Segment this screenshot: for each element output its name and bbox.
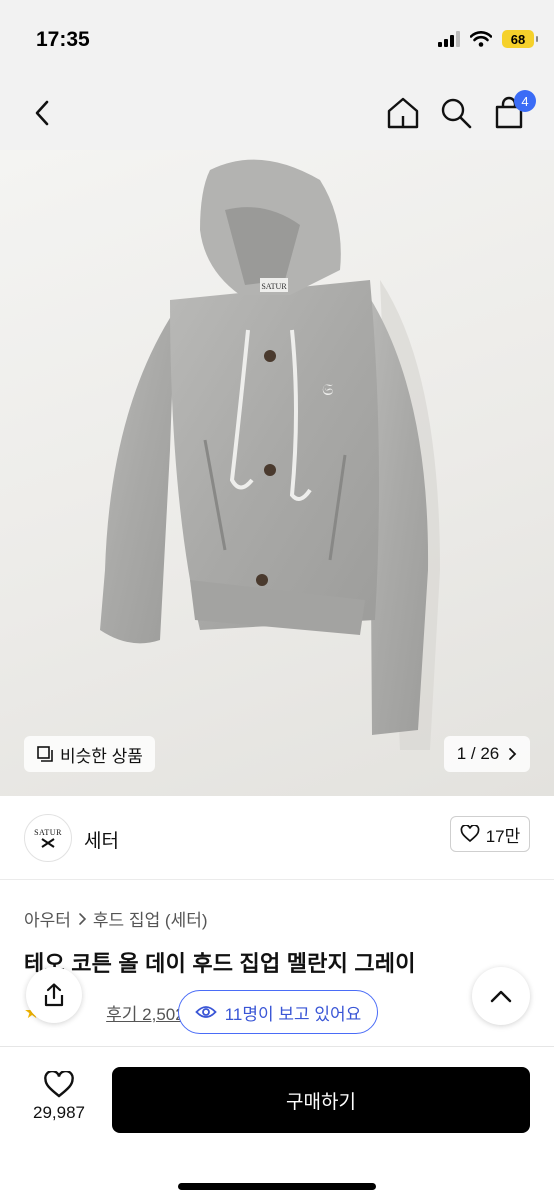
home-indicator: [178, 1183, 376, 1190]
share-icon: [44, 983, 64, 1007]
svg-text:𝔖: 𝔖: [322, 382, 333, 399]
status-icons: 68: [438, 30, 538, 48]
battery-indicator: 68: [502, 30, 538, 48]
wifi-icon: [470, 31, 492, 47]
viewers-label: 11명이 보고 있어요: [224, 1004, 362, 1024]
similar-products-button[interactable]: 비슷한 상품: [24, 736, 155, 772]
share-button[interactable]: [26, 967, 82, 1023]
breadcrumb-item-category[interactable]: 후드 집업 (세터): [93, 906, 208, 931]
nav-bar: 4: [0, 80, 554, 150]
brand-like-count: 17만: [485, 826, 521, 846]
home-icon[interactable]: [384, 94, 422, 132]
brand-row: SATUR 세터 17만: [0, 796, 554, 880]
eye-icon: [194, 1006, 217, 1018]
breadcrumb-item-outer[interactable]: 아우터: [24, 906, 71, 931]
image-pager-count: 1 / 26: [456, 744, 500, 763]
wishlist-button[interactable]: 29,987: [20, 1071, 98, 1123]
shopping-bag-button[interactable]: 4: [490, 90, 536, 132]
chevron-left-icon[interactable]: [26, 96, 60, 130]
brand-logo[interactable]: SATUR: [24, 814, 72, 862]
heart-icon: [44, 1071, 74, 1098]
product-image[interactable]: SATUR 𝔖: [0, 150, 554, 796]
hoodie-illustration: SATUR 𝔖: [100, 159, 440, 750]
image-pager-button[interactable]: 1 / 26: [444, 736, 530, 772]
status-bar: 17:35 68: [0, 0, 554, 80]
viewers-badge: 11명이 보고 있어요: [178, 990, 378, 1034]
heart-icon: [460, 825, 480, 843]
bottom-action-bar: 29,987 구매하기: [0, 1046, 554, 1200]
brand-logo-text: SATUR: [34, 827, 62, 837]
brand-name[interactable]: 세터: [84, 826, 119, 853]
similar-items-icon: [37, 746, 53, 762]
review-link[interactable]: 후기 2,502: [106, 1000, 185, 1025]
chevron-up-icon: [490, 990, 512, 1003]
status-time: 17:35: [36, 28, 90, 51]
breadcrumb: 아우터 후드 집업 (세터): [24, 906, 208, 931]
cellular-signal-icon: [438, 31, 460, 47]
product-title: 테오 코튼 올 데이 후드 집업 멜란지 그레이: [24, 951, 416, 976]
bag-count-badge: 4: [514, 90, 536, 112]
search-icon[interactable]: [437, 94, 475, 132]
chevron-right-icon: [79, 912, 87, 925]
scroll-top-button[interactable]: [472, 967, 530, 1025]
buy-button[interactable]: 구매하기: [112, 1067, 530, 1133]
brand-like-button[interactable]: 17만: [450, 816, 530, 852]
wishlist-count: 29,987: [33, 1103, 85, 1122]
svg-text:SATUR: SATUR: [261, 282, 287, 291]
chevron-right-icon: [509, 748, 517, 760]
brand-emblem-icon: [41, 837, 55, 848]
similar-products-label: 비슷한 상품: [60, 746, 143, 766]
